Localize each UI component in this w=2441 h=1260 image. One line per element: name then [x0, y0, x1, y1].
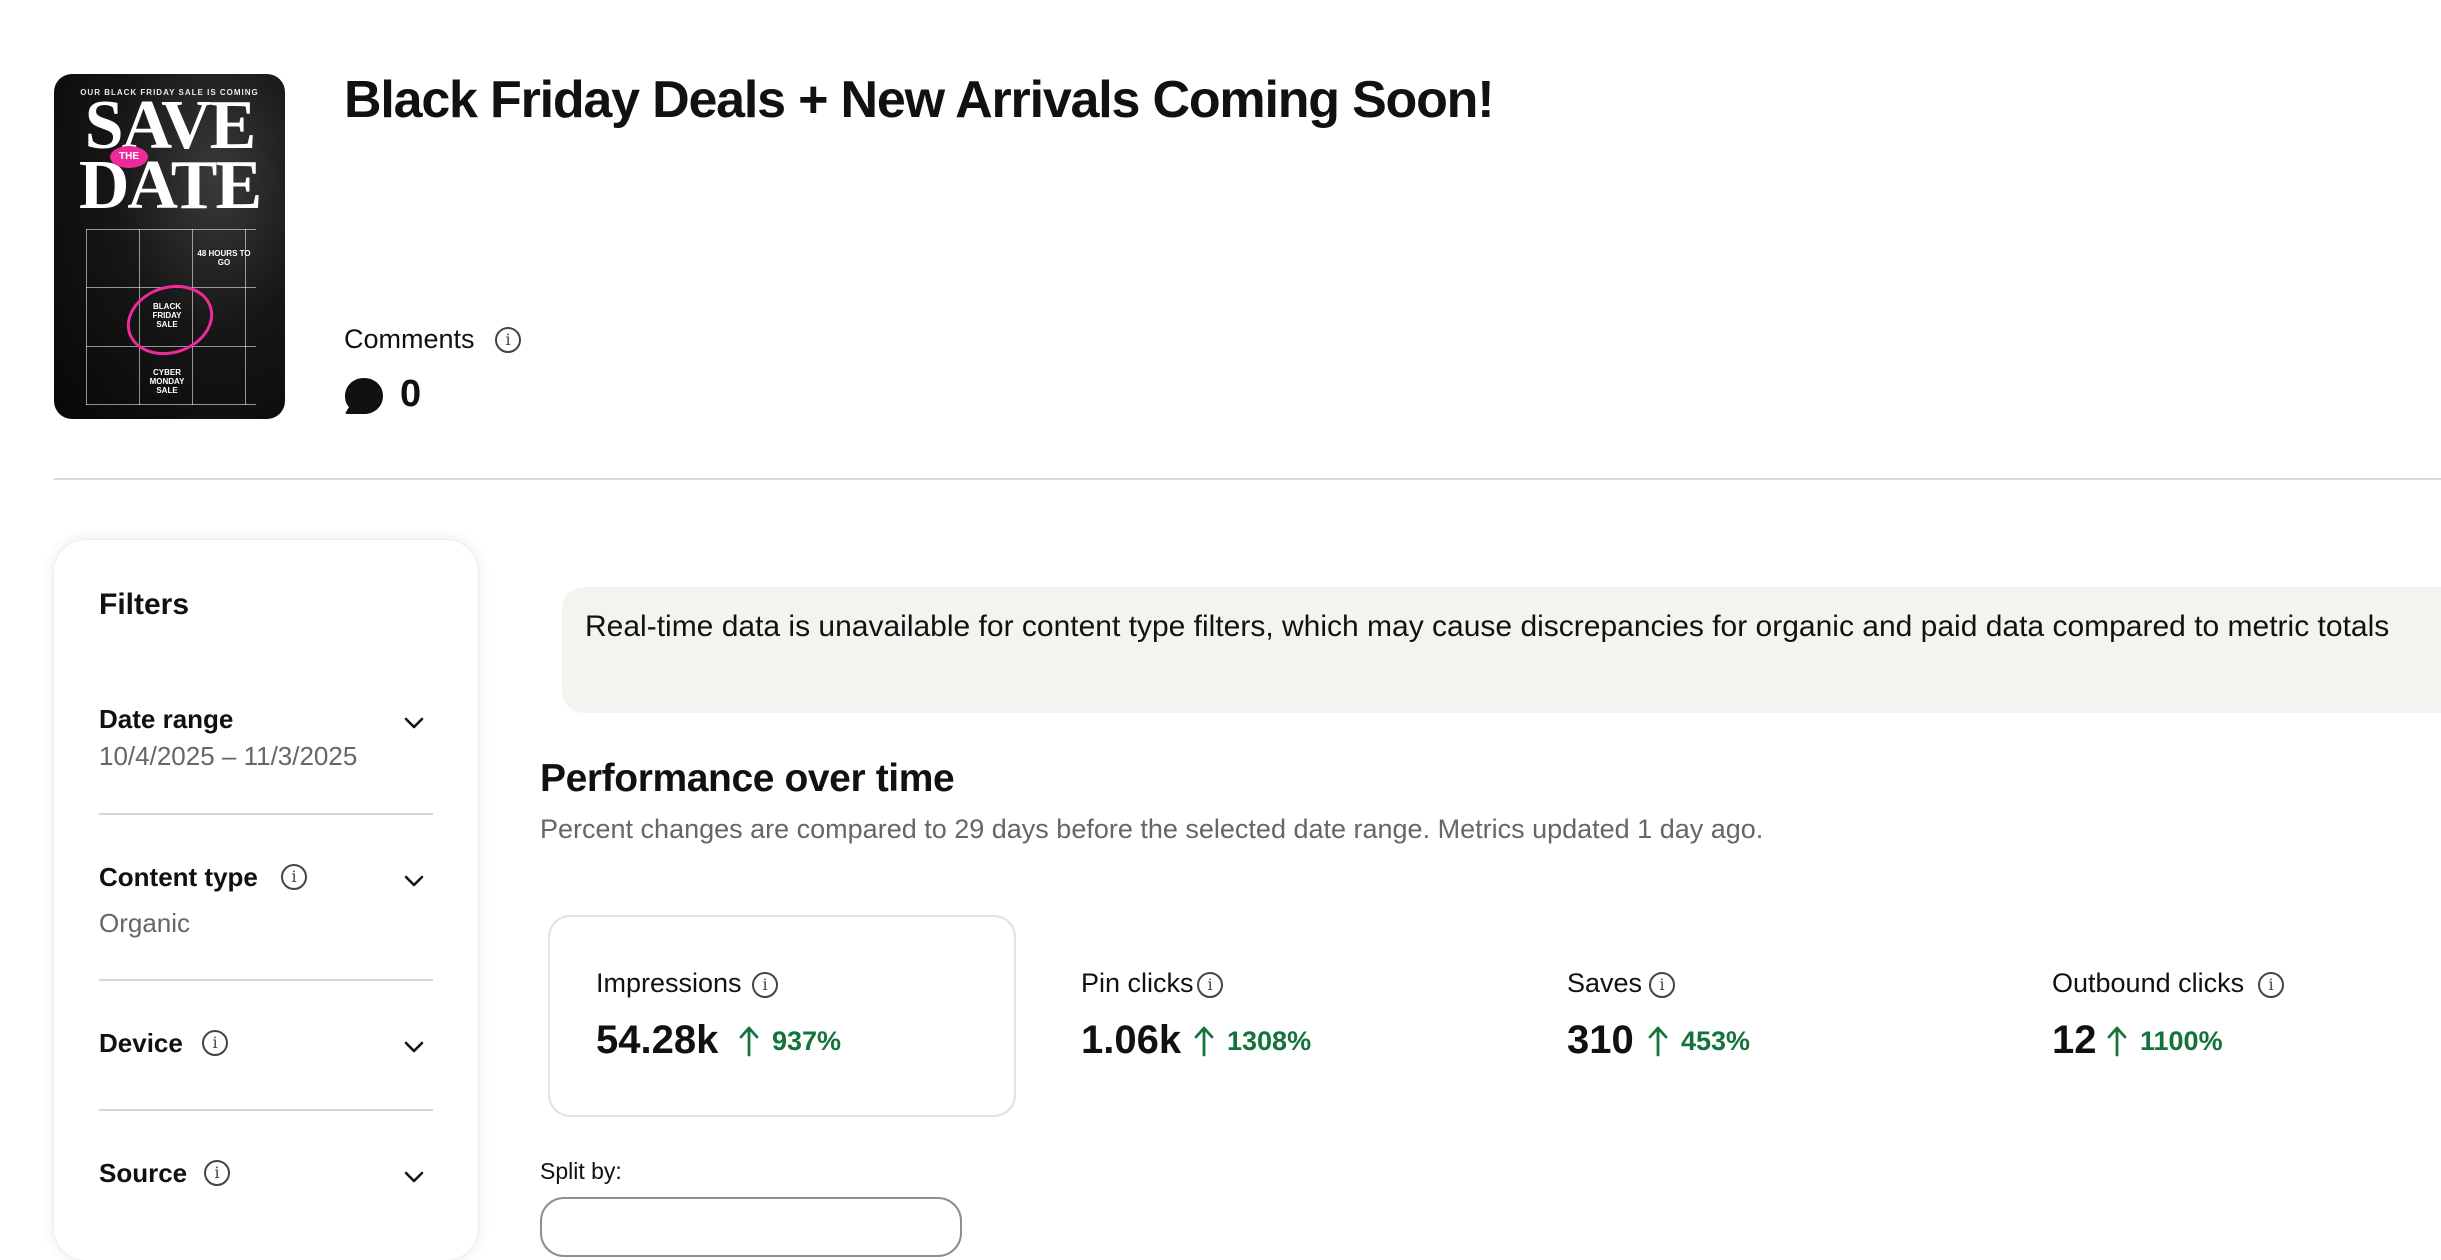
- filter-label: Content type: [99, 862, 258, 892]
- info-icon[interactable]: i: [202, 1030, 228, 1056]
- metric-change: 453%: [1681, 1026, 1751, 1056]
- comment-bubble-icon: [345, 378, 383, 414]
- metric-saves[interactable]: Saves i 310 453%: [1567, 968, 1967, 1078]
- filter-value: 10/4/2025 – 11/3/2025: [99, 741, 358, 771]
- arrow-up-icon: [1194, 1026, 1214, 1057]
- metric-change: 937%: [772, 1026, 842, 1056]
- metric-label: Pin clicks: [1081, 968, 1194, 998]
- info-icon[interactable]: i: [495, 327, 521, 353]
- metric-outbound-clicks[interactable]: Outbound clicks i 12 1100%: [2052, 968, 2437, 1078]
- metric-change: 1100%: [2140, 1026, 2223, 1056]
- metric-pin-clicks[interactable]: Pin clicks i 1.06k 1308%: [1081, 968, 1481, 1078]
- info-icon[interactable]: i: [2258, 972, 2284, 998]
- info-icon[interactable]: i: [1649, 972, 1675, 998]
- info-icon[interactable]: i: [281, 864, 307, 890]
- filter-device[interactable]: Device i: [99, 1028, 433, 1068]
- filter-source[interactable]: Source i: [99, 1158, 433, 1198]
- chevron-down-icon: [404, 1041, 424, 1053]
- thumbnail-48h-text: 48 HOURS TO GO: [197, 249, 251, 267]
- arrow-up-icon: [2107, 1026, 2127, 1057]
- filter-divider: [99, 813, 433, 815]
- info-icon[interactable]: i: [752, 972, 778, 998]
- metric-value: 310: [1567, 1018, 1634, 1062]
- metric-label: Saves: [1567, 968, 1643, 998]
- arrow-up-icon: [1648, 1026, 1668, 1057]
- metric-value: 12: [2052, 1018, 2097, 1062]
- thumbnail-cm-text: CYBER MONDAY SALE: [149, 368, 185, 395]
- chevron-down-icon: [404, 1171, 424, 1183]
- comments-label: Comments: [344, 324, 475, 354]
- header-divider: [54, 478, 2441, 480]
- metric-label: Impressions: [596, 968, 742, 998]
- filters-title: Filters: [99, 588, 190, 621]
- comments-count: 0: [400, 373, 422, 415]
- metric-impressions[interactable]: Impressions i 54.28k 937%: [596, 968, 996, 1078]
- pin-title: Black Friday Deals + New Arrivals Coming…: [344, 71, 1495, 129]
- thumbnail-bf-text: BLACK FRIDAY SALE: [152, 302, 182, 329]
- filter-divider: [99, 1109, 433, 1111]
- pin-thumbnail[interactable]: OUR BLACK FRIDAY SALE IS COMING SAVE DAT…: [54, 74, 285, 419]
- performance-title: Performance over time: [540, 757, 955, 800]
- metric-value: 1.06k: [1081, 1018, 1182, 1062]
- chevron-down-icon: [404, 717, 424, 729]
- filter-label: Source: [99, 1158, 188, 1188]
- thumbnail-the-badge: THE: [110, 146, 148, 168]
- filter-date-range[interactable]: Date range 10/4/2025 – 11/3/2025: [99, 704, 433, 784]
- chevron-down-icon: [404, 875, 424, 887]
- filter-value: Organic: [99, 908, 191, 938]
- filter-label: Date range: [99, 704, 234, 734]
- info-icon[interactable]: i: [204, 1160, 230, 1186]
- metric-change: 1308%: [1227, 1026, 1312, 1056]
- notice-text: Real-time data is unavailable for conten…: [585, 610, 2390, 643]
- split-by-select[interactable]: [540, 1197, 962, 1257]
- thumbnail-date-text: DATE: [78, 147, 262, 224]
- split-by-label: Split by:: [540, 1158, 622, 1184]
- metric-label: Outbound clicks: [2052, 968, 2245, 998]
- filter-content-type[interactable]: Content type i Organic: [99, 862, 433, 942]
- metric-value: 54.28k: [596, 1018, 719, 1062]
- arrow-up-icon: [739, 1026, 759, 1057]
- filter-label: Device: [99, 1028, 183, 1058]
- info-icon[interactable]: i: [1197, 972, 1223, 998]
- filter-divider: [99, 979, 433, 981]
- performance-subtitle: Percent changes are compared to 29 days …: [540, 814, 1764, 844]
